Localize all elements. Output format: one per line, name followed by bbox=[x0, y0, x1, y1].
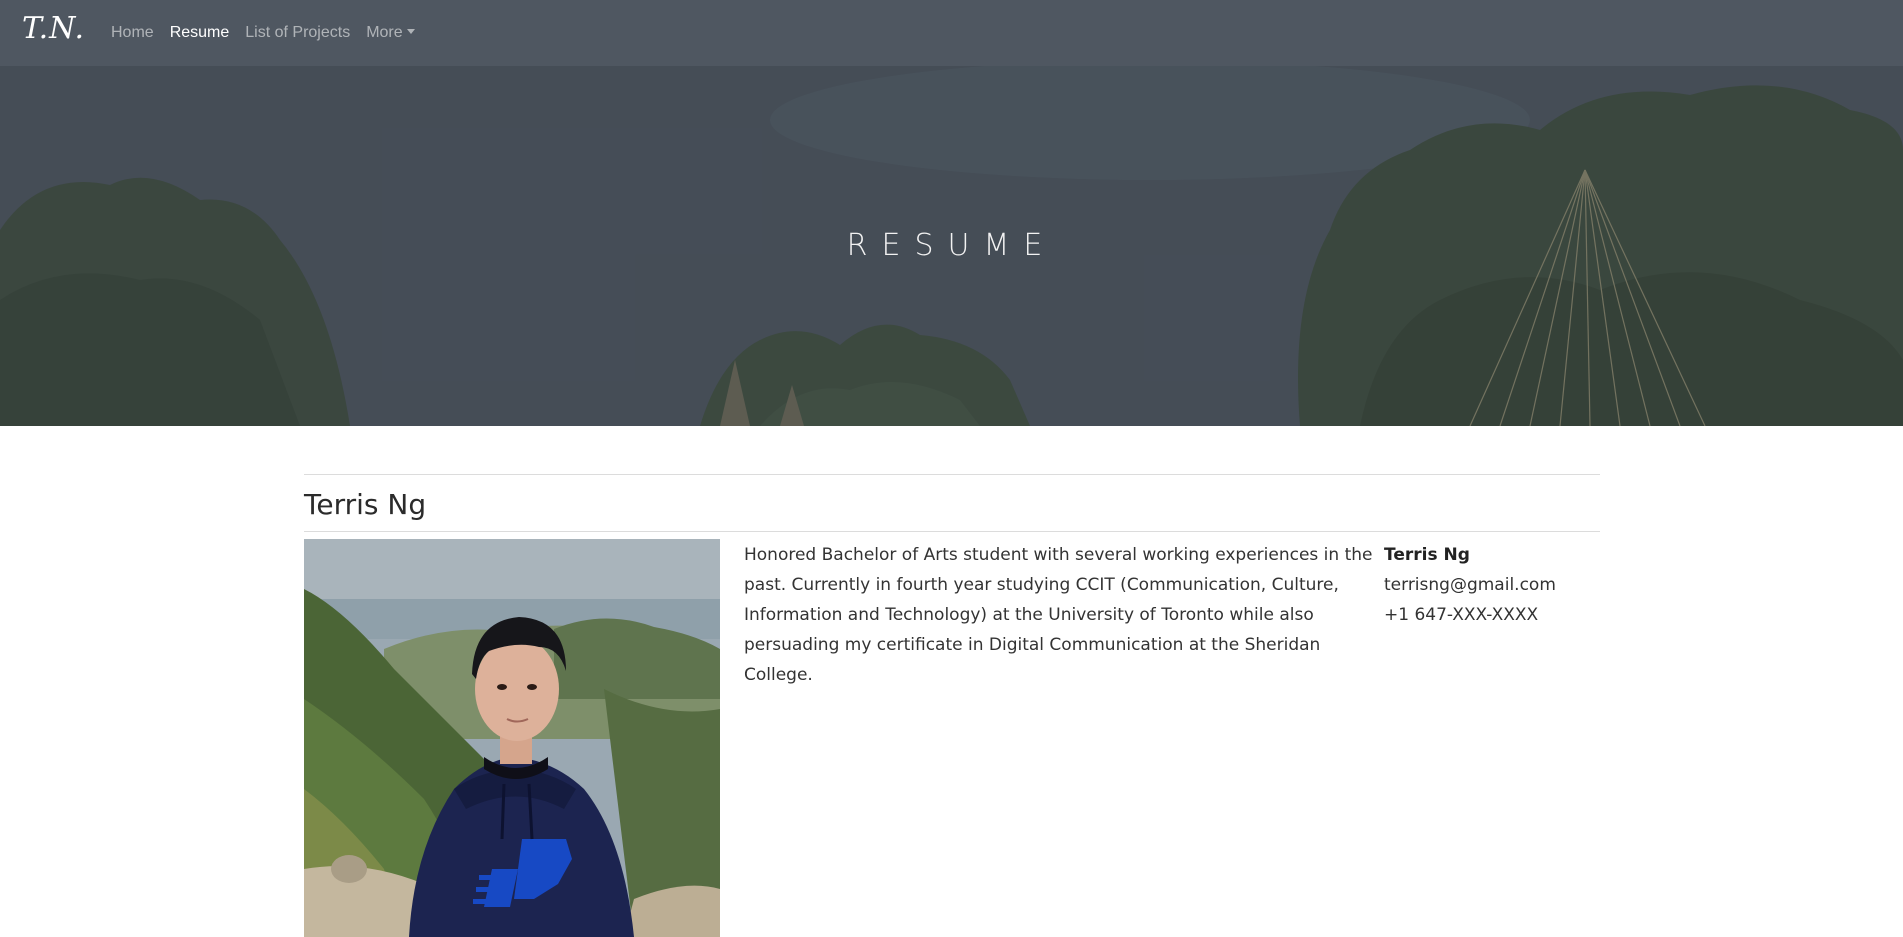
profile-name-heading: Terris Ng bbox=[304, 488, 427, 521]
nav-resume-link[interactable]: Resume bbox=[170, 24, 230, 42]
top-divider bbox=[304, 474, 1600, 475]
heading-divider bbox=[304, 531, 1600, 532]
caret-down-icon bbox=[406, 29, 415, 34]
profile-row: Honored Bachelor of Arts student with se… bbox=[304, 539, 1600, 937]
nav-home-link[interactable]: Home bbox=[111, 24, 154, 42]
top-navbar: T.N. Home Resume List of Projects More bbox=[0, 0, 1903, 66]
brand-logo[interactable]: T.N. bbox=[22, 11, 85, 46]
hero-title: RESUME bbox=[846, 228, 1057, 263]
profile-photo bbox=[304, 539, 720, 937]
profile-photo-image bbox=[304, 539, 720, 937]
contact-email[interactable]: terrisng@gmail.com bbox=[1384, 570, 1556, 600]
contact-name: Terris Ng bbox=[1384, 545, 1470, 565]
profile-bio: Honored Bachelor of Arts student with se… bbox=[744, 545, 1373, 685]
nav-projects-link[interactable]: List of Projects bbox=[245, 24, 350, 42]
contact-card: Terris Ng terrisng@gmail.com +1 647-XXX-… bbox=[1384, 540, 1556, 937]
contact-phone[interactable]: +1 647-XXX-XXXX bbox=[1384, 600, 1556, 630]
nav-more-label: More bbox=[366, 24, 403, 41]
resume-content: Terris Ng Honored Bachelor of Arts stude… bbox=[304, 474, 1600, 937]
nav-more-dropdown[interactable]: More bbox=[366, 24, 415, 42]
nav-links: Home Resume List of Projects More bbox=[111, 0, 431, 66]
